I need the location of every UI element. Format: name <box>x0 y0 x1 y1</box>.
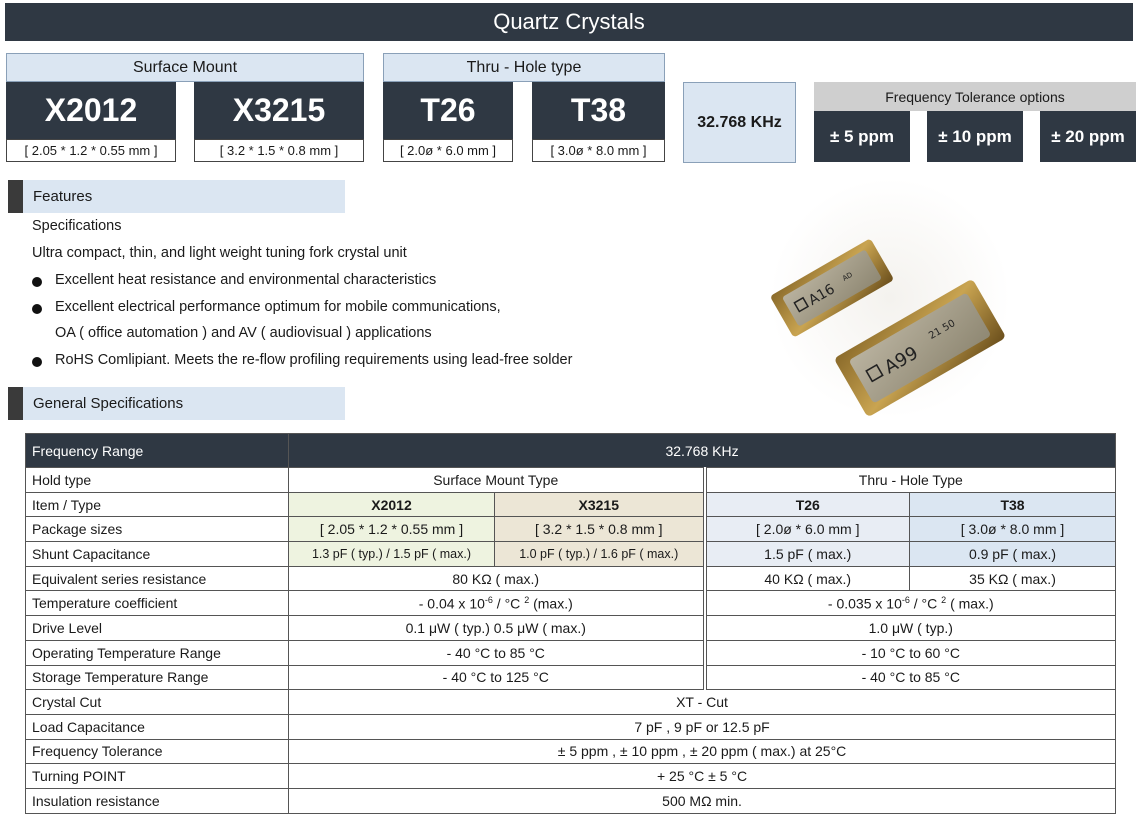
surface-mount-label: Surface Mount <box>6 53 364 82</box>
crystal-product-photo: A16 AD A99 21 50 <box>770 178 1010 418</box>
frequency-badge: 32.768 KHz <box>683 82 796 163</box>
part-x2012-dims: [ 2.05 * 1.2 * 0.55 mm ] <box>6 139 176 162</box>
table-row: Turning POINT + 25 °C ± 5 °C <box>25 763 1117 789</box>
part-x2012: X2012 <box>6 82 176 139</box>
bullet-icon <box>32 357 42 367</box>
row-label: Temperature coefficient <box>25 590 289 617</box>
package-t26: [ 2.0ø * 6.0 mm ] <box>704 516 910 543</box>
table-row: Load Capacitance 7 pF , 9 pF or 12.5 pF <box>25 713 1117 740</box>
general-spec-heading: General Specifications <box>23 387 345 420</box>
row-label: Equivalent series resistance <box>25 565 289 592</box>
drive-level-smd: 0.1 μW ( typ.) 0.5 μW ( max.) <box>288 615 707 641</box>
frequency-tolerance-value: ± 5 ppm , ± 10 ppm , ± 20 ppm ( max.) at… <box>287 738 1117 765</box>
row-label: Frequency Range <box>25 433 289 468</box>
table-row: Crystal Cut XT - Cut <box>25 689 1117 715</box>
row-label: Storage Temperature Range <box>25 664 289 691</box>
row-label: Load Capacitance <box>25 713 289 740</box>
table-row: Storage Temperature Range - 40 °C to 125… <box>25 664 1117 691</box>
row-label: Turning POINT <box>25 763 289 789</box>
esr-smd: 80 KΩ ( max.) <box>288 565 707 592</box>
table-row: Frequency Range 32.768 KHz <box>25 433 1117 468</box>
hold-type-smd: Surface Mount Type <box>288 467 707 493</box>
insulation-value: 500 MΩ min. <box>287 787 1117 814</box>
features-subheading: Specifications <box>32 218 122 234</box>
bullet-icon <box>32 304 42 314</box>
features-marker <box>8 180 23 213</box>
frequency-range-value: 32.768 KHz <box>287 433 1117 468</box>
temp-coeff-thru: - 0.035 x 10-6 / °C 2 ( max.) <box>703 590 1117 617</box>
table-row: Item / Type X2012 X3215 T26 T38 <box>25 491 1117 518</box>
table-row: Operating Temperature Range - 40 °C to 8… <box>25 639 1117 666</box>
temp-coeff-smd: - 0.04 x 10-6 / °C 2 (max.) <box>288 590 707 617</box>
load-capacitance-value: 7 pF , 9 pF or 12.5 pF <box>287 713 1117 740</box>
thru-hole-label: Thru - Hole type <box>383 53 665 82</box>
drive-level-thru: 1.0 μW ( typ.) <box>703 615 1117 641</box>
operating-temp-smd: - 40 °C to 85 °C <box>288 639 707 666</box>
package-t38: [ 3.0ø * 8.0 mm ] <box>908 516 1117 543</box>
tolerance-10ppm: ± 10 ppm <box>927 111 1023 162</box>
part-x3215-dims: [ 3.2 * 1.5 * 0.8 mm ] <box>194 139 364 162</box>
table-row: Shunt Capacitance 1.3 pF ( typ.) / 1.5 p… <box>25 541 1117 567</box>
crystal-cut-value: XT - Cut <box>287 689 1117 715</box>
row-label: Drive Level <box>25 615 289 641</box>
turning-point-value: + 25 °C ± 5 °C <box>287 763 1117 789</box>
shunt-t38: 0.9 pF ( max.) <box>908 541 1117 567</box>
row-label: Crystal Cut <box>25 689 289 715</box>
package-x2012: [ 2.05 * 1.2 * 0.55 mm ] <box>288 516 495 543</box>
table-row: Insulation resistance 500 MΩ min. <box>25 787 1117 814</box>
table-row: Frequency Tolerance ± 5 ppm , ± 10 ppm ,… <box>25 738 1117 765</box>
tolerance-20ppm: ± 20 ppm <box>1040 111 1136 162</box>
hold-type-thru: Thru - Hole Type <box>703 467 1117 493</box>
esr-t26: 40 KΩ ( max.) <box>704 565 910 592</box>
tolerance-options-title: Frequency Tolerance options <box>814 82 1136 111</box>
shunt-x2012: 1.3 pF ( typ.) / 1.5 pF ( max.) <box>288 541 495 567</box>
part-t26: T26 <box>383 82 513 139</box>
storage-temp-thru: - 40 °C to 85 °C <box>703 664 1117 691</box>
esr-t38: 35 KΩ ( max.) <box>908 565 1117 592</box>
table-row: Drive Level 0.1 μW ( typ.) 0.5 μW ( max.… <box>25 615 1117 641</box>
row-label: Frequency Tolerance <box>25 738 289 765</box>
page-title: Quartz Crystals <box>5 3 1133 41</box>
item-x2012: X2012 <box>288 491 495 518</box>
table-row: Package sizes [ 2.05 * 1.2 * 0.55 mm ] [… <box>25 516 1117 543</box>
table-row: Hold type Surface Mount Type Thru - Hole… <box>25 467 1117 493</box>
features-intro: Ultra compact, thin, and light weight tu… <box>32 245 407 261</box>
operating-temp-thru: - 10 °C to 60 °C <box>703 639 1117 666</box>
row-label: Insulation resistance <box>25 787 289 814</box>
part-t38-dims: [ 3.0ø * 8.0 mm ] <box>532 139 665 162</box>
bullet-icon <box>32 277 42 287</box>
shunt-t26: 1.5 pF ( max.) <box>704 541 910 567</box>
row-label: Item / Type <box>25 491 289 518</box>
row-label: Operating Temperature Range <box>25 639 289 666</box>
row-label: Hold type <box>25 467 289 493</box>
item-x3215: X3215 <box>494 491 707 518</box>
row-label: Shunt Capacitance <box>25 541 289 567</box>
shunt-x3215: 1.0 pF ( typ.) / 1.6 pF ( max.) <box>494 541 707 567</box>
part-t26-dims: [ 2.0ø * 6.0 mm ] <box>383 139 513 162</box>
part-x3215: X3215 <box>194 82 364 139</box>
feature-item-3: RoHS Comlipiant. Meets the re-flow profi… <box>55 352 573 368</box>
storage-temp-smd: - 40 °C to 125 °C <box>288 664 707 691</box>
features-heading: Features <box>23 180 345 213</box>
spec-table: Frequency Range 32.768 KHz Hold type Sur… <box>25 433 1117 814</box>
item-t38: T38 <box>908 491 1117 518</box>
package-x3215: [ 3.2 * 1.5 * 0.8 mm ] <box>494 516 707 543</box>
part-t38: T38 <box>532 82 665 139</box>
general-spec-marker <box>8 387 23 420</box>
feature-item-1: Excellent heat resistance and environmen… <box>55 272 437 288</box>
row-label: Package sizes <box>25 516 289 543</box>
tolerance-5ppm: ± 5 ppm <box>814 111 910 162</box>
feature-item-2-continued: OA ( office automation ) and AV ( audiov… <box>55 325 432 341</box>
table-row: Temperature coefficient - 0.04 x 10-6 / … <box>25 590 1117 617</box>
table-row: Equivalent series resistance 80 KΩ ( max… <box>25 565 1117 592</box>
item-t26: T26 <box>704 491 910 518</box>
feature-item-2: Excellent electrical performance optimum… <box>55 299 501 315</box>
